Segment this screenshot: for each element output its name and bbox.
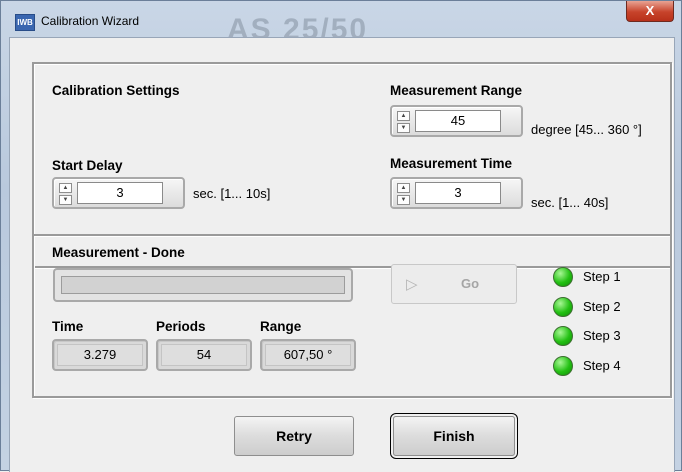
start-delay-control[interactable]: ▲ ▼ 3 [52, 177, 185, 209]
periods-label: Periods [156, 319, 206, 334]
step-3-label: Step 3 [583, 328, 621, 343]
range-value: 607,50 ° [265, 344, 351, 366]
progress-track [61, 276, 345, 294]
range-indicator: 607,50 ° [260, 339, 356, 371]
background-watermark: AS 25/50 [227, 15, 369, 39]
start-delay-input[interactable]: 3 [77, 182, 163, 204]
led-icon [553, 267, 573, 287]
measurement-range-label: Measurement Range [390, 83, 523, 98]
increment-arrow-icon[interactable]: ▲ [397, 111, 410, 121]
periods-indicator: 54 [156, 339, 252, 371]
decrement-arrow-icon[interactable]: ▼ [397, 123, 410, 133]
go-button[interactable]: ▷ Go [391, 264, 517, 304]
close-button[interactable]: X [626, 1, 674, 22]
increment-arrow-icon[interactable]: ▲ [59, 183, 72, 193]
range-label: Range [260, 319, 302, 334]
measurement-time-control[interactable]: ▲ ▼ 3 [390, 177, 523, 209]
measurement-range-unit: degree [45... 360 °] [531, 122, 642, 137]
measurement-range-control[interactable]: ▲ ▼ 45 [390, 105, 523, 137]
led-icon [553, 326, 573, 346]
measurement-status-label: Measurement - Done [52, 245, 185, 260]
periods-value: 54 [161, 344, 247, 366]
calibration-wizard-window: IWB Calibration Wizard AS 25/50 X Calibr… [0, 0, 682, 472]
start-delay-spinner[interactable]: ▲ ▼ [59, 183, 72, 205]
time-indicator: 3.279 [52, 339, 148, 371]
start-delay-unit: sec. [1... 10s] [193, 186, 271, 201]
go-button-label: Go [460, 276, 480, 291]
step-2-label: Step 2 [583, 299, 621, 314]
wizard-panel: Calibration Settings Start Delay ▲ ▼ 3 s… [9, 37, 675, 472]
window-title: Calibration Wizard [41, 14, 140, 28]
time-label: Time [52, 319, 84, 334]
measurement-range-spinner[interactable]: ▲ ▼ [397, 111, 410, 133]
increment-arrow-icon[interactable]: ▲ [397, 183, 410, 193]
led-icon [553, 356, 573, 376]
app-icon: IWB [15, 14, 35, 31]
time-value: 3.279 [57, 344, 143, 366]
measurement-time-input[interactable]: 3 [415, 182, 501, 204]
start-delay-label: Start Delay [52, 158, 123, 173]
step-1-label: Step 1 [583, 269, 621, 284]
decrement-arrow-icon[interactable]: ▼ [397, 195, 410, 205]
calibration-settings-heading: Calibration Settings [52, 83, 180, 98]
measurement-range-input[interactable]: 45 [415, 110, 501, 132]
step-4-label: Step 4 [583, 358, 621, 373]
measurement-time-unit: sec. [1... 40s] [531, 195, 609, 210]
measurement-progress-bar [53, 268, 353, 302]
led-icon [553, 297, 573, 317]
retry-button[interactable]: Retry [234, 416, 354, 456]
decrement-arrow-icon[interactable]: ▼ [59, 195, 72, 205]
finish-button[interactable]: Finish [393, 416, 515, 456]
measurement-time-spinner[interactable]: ▲ ▼ [397, 183, 410, 205]
measurement-time-label: Measurement Time [390, 156, 513, 171]
title-bar[interactable]: IWB Calibration Wizard AS 25/50 X [1, 1, 681, 39]
